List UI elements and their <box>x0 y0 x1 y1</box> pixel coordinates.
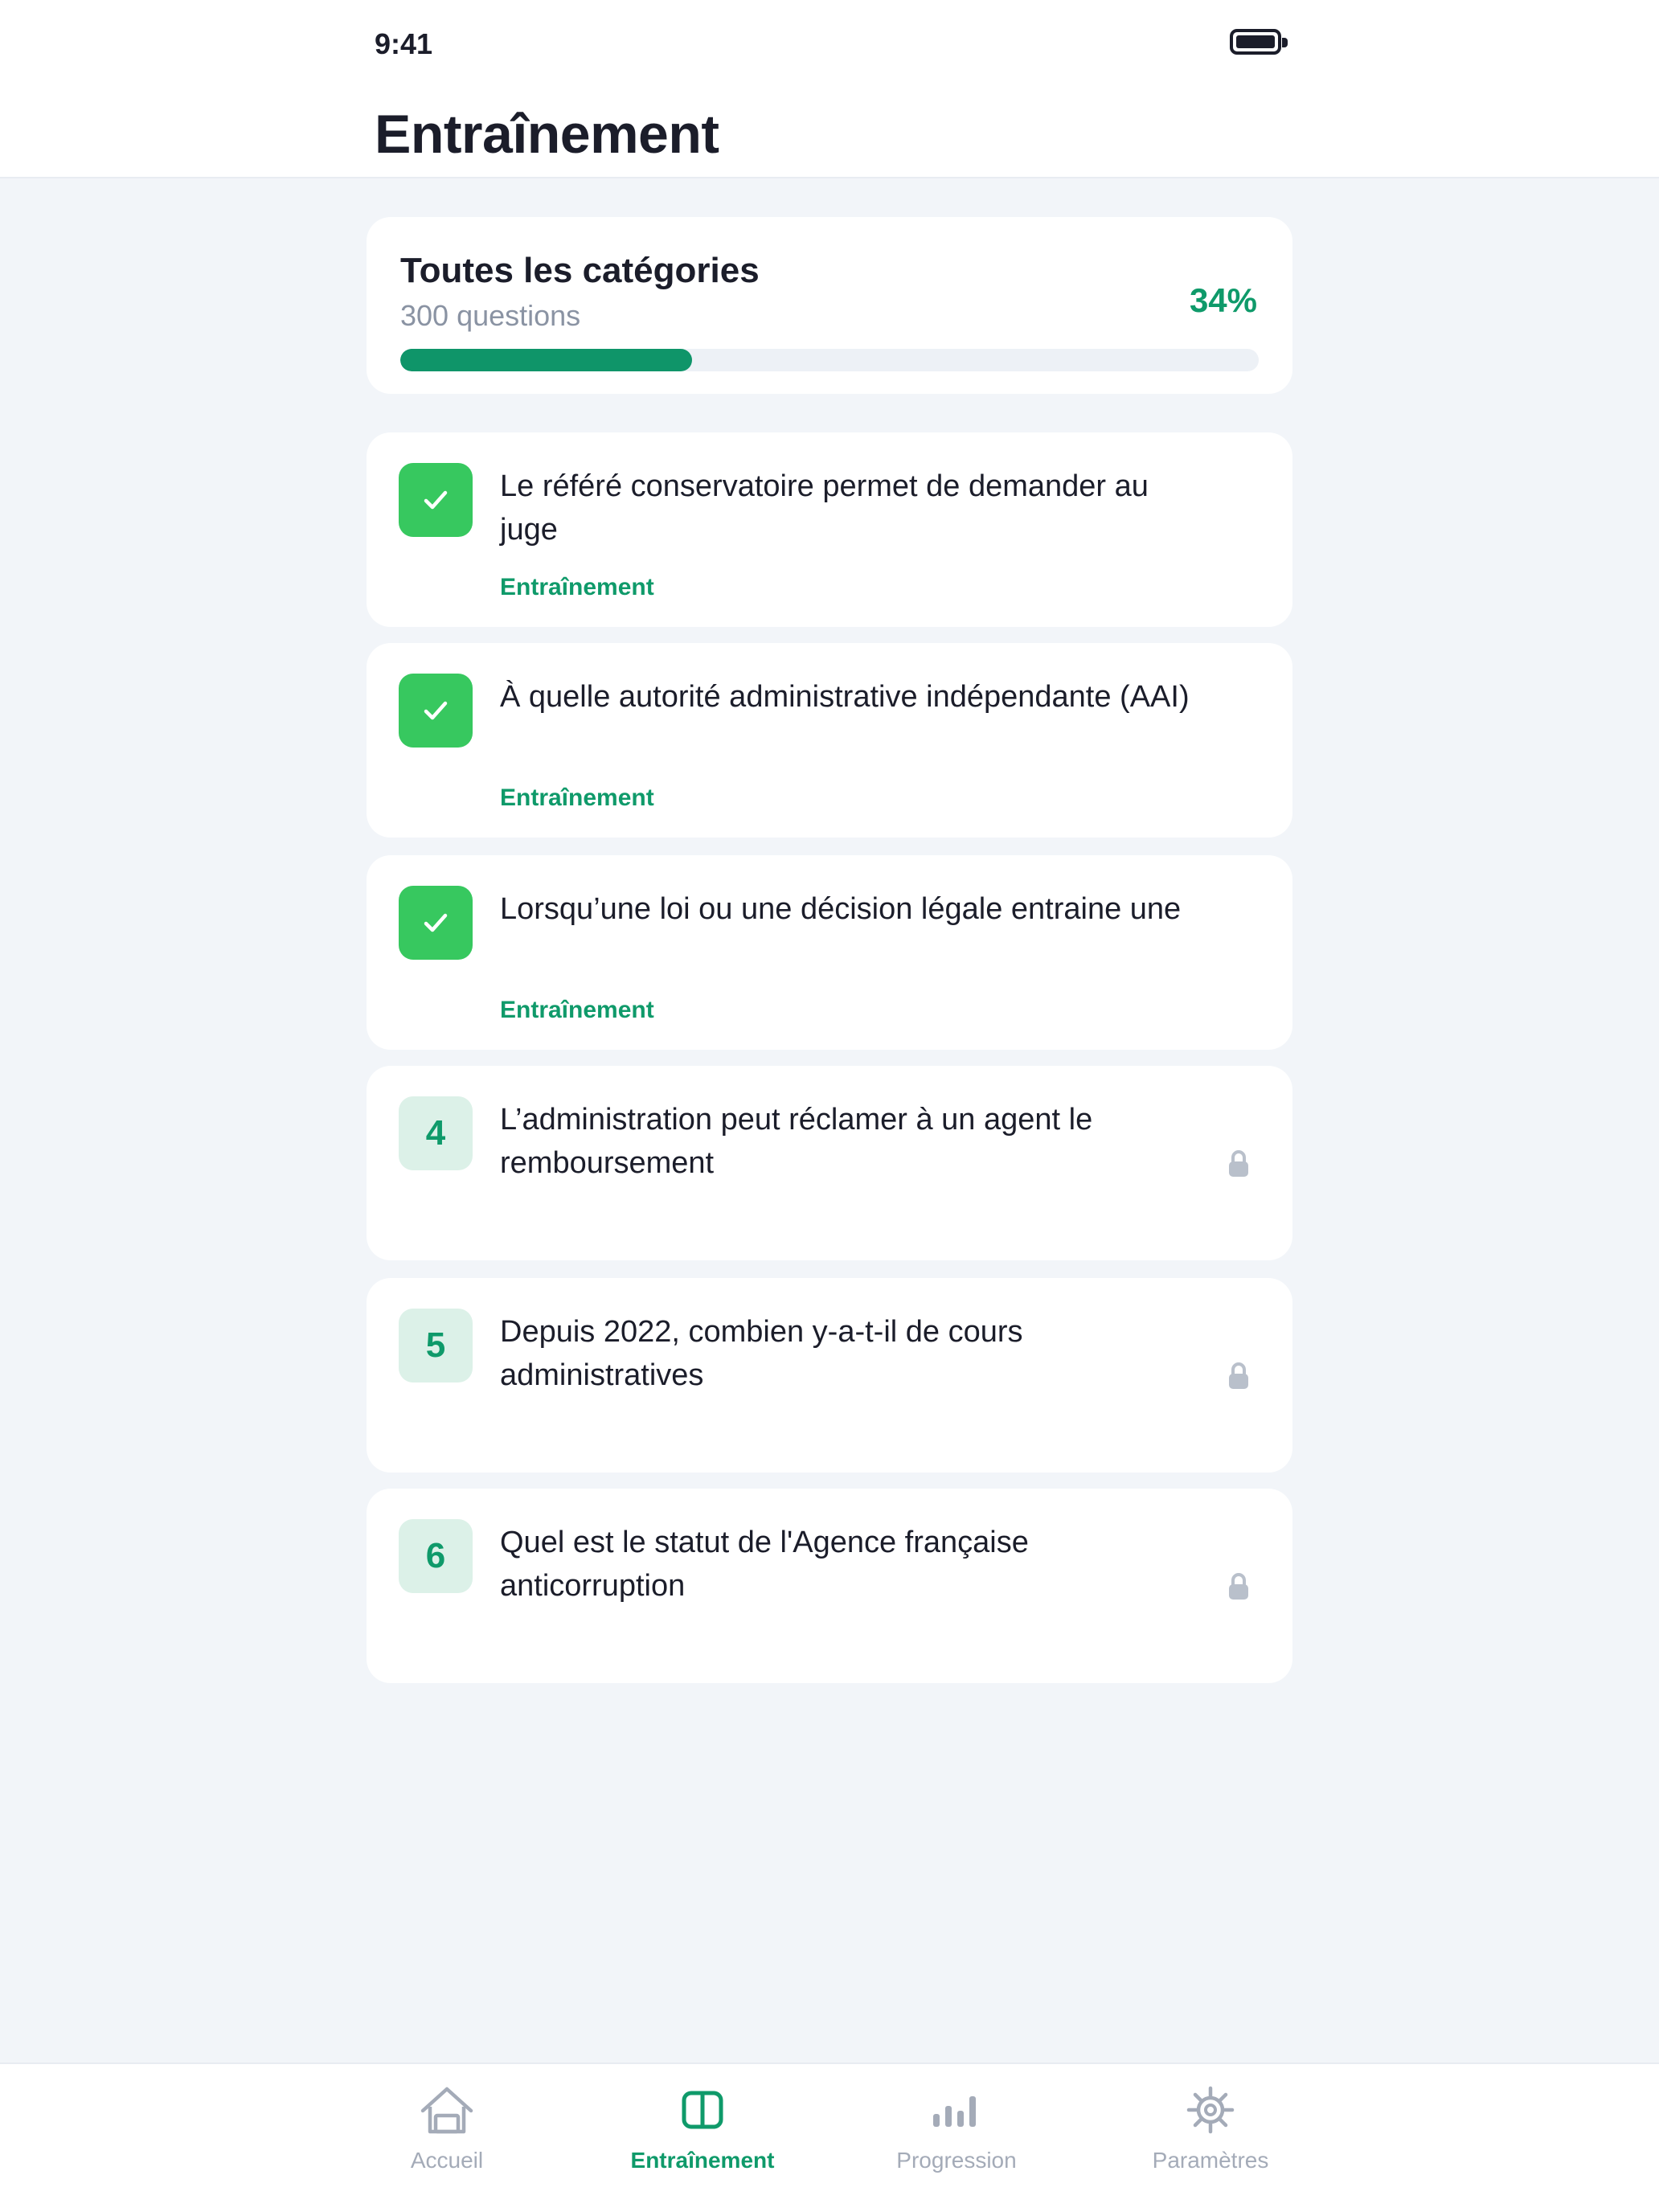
tab-progression[interactable]: Progression <box>852 2082 1061 2194</box>
question-card-locked[interactable]: 5 Depuis 2022, combien y-a-t-il de cours… <box>367 1278 1292 1473</box>
status-time: 9:41 <box>375 27 433 60</box>
tab-label: Entraînement <box>630 2148 775 2173</box>
tab-label: Accueil <box>410 2148 484 2173</box>
book-icon <box>682 2091 723 2129</box>
bottom-tab-bar: Accueil Entraînement Progression Paramèt… <box>0 2062 1659 2212</box>
checkmark-icon <box>424 701 448 720</box>
tab-label: Progression <box>896 2148 1017 2173</box>
question-card[interactable]: Le référé conservatoire permet de demand… <box>367 432 1292 627</box>
question-number-badge: 6 <box>399 1519 473 1593</box>
question-text: Depuis 2022, combien y-a-t-il de cours a… <box>500 1315 1023 1392</box>
progress-bar <box>400 349 1259 371</box>
question-card[interactable]: Lorsqu’une loi ou une décision légale en… <box>367 855 1292 1050</box>
lock-icon <box>1229 1150 1248 1177</box>
checkmark-icon <box>424 913 448 932</box>
checkmark-icon <box>424 490 448 510</box>
bar-chart-icon <box>933 2096 976 2127</box>
tab-parametres[interactable]: Paramètres <box>1106 2082 1315 2194</box>
question-card-locked[interactable]: 6 Quel est le statut de l'Agence françai… <box>367 1489 1292 1683</box>
progress-bar-fill <box>400 349 693 371</box>
completed-badge <box>399 674 473 748</box>
tab-entrainement[interactable]: Entraînement <box>598 2082 807 2194</box>
progress-percent: 34% <box>1189 281 1257 319</box>
tab-label: Paramètres <box>1152 2148 1269 2173</box>
page-title: Entraînement <box>375 104 719 165</box>
gear-icon <box>1186 2086 1235 2134</box>
question-text: Quel est le statut de l'Agence française… <box>500 1526 1029 1603</box>
question-tag: Entraînement <box>500 574 654 600</box>
question-card-locked[interactable]: 4 L’administration peut réclamer à un ag… <box>367 1066 1292 1260</box>
top-bar: 9:41 Entraînement <box>0 0 1659 178</box>
completed-badge <box>399 886 473 960</box>
question-text: Lorsqu’une loi ou une décision légale en… <box>500 892 1182 926</box>
category-title: Toutes les catégories <box>400 251 760 290</box>
question-text: À quelle autorité administrative indépen… <box>500 680 1190 714</box>
battery-icon <box>1230 29 1288 55</box>
category-summary-card[interactable]: Toutes les catégories 300 questions 34% <box>367 217 1292 394</box>
home-icon <box>420 2087 473 2134</box>
question-number-badge: 4 <box>399 1096 473 1170</box>
question-tag: Entraînement <box>500 784 654 811</box>
lock-icon <box>1229 1362 1248 1389</box>
question-number-badge: 5 <box>399 1309 473 1382</box>
lock-icon <box>1229 1573 1248 1600</box>
question-tag: Entraînement <box>500 997 654 1023</box>
question-count: 300 questions <box>400 299 581 332</box>
tab-accueil[interactable]: Accueil <box>342 2082 551 2194</box>
completed-badge <box>399 463 473 537</box>
question-text: Le référé conservatoire permet de demand… <box>500 469 1149 547</box>
question-card[interactable]: À quelle autorité administrative indépen… <box>367 643 1292 838</box>
question-text: L’administration peut réclamer à un agen… <box>500 1103 1093 1180</box>
